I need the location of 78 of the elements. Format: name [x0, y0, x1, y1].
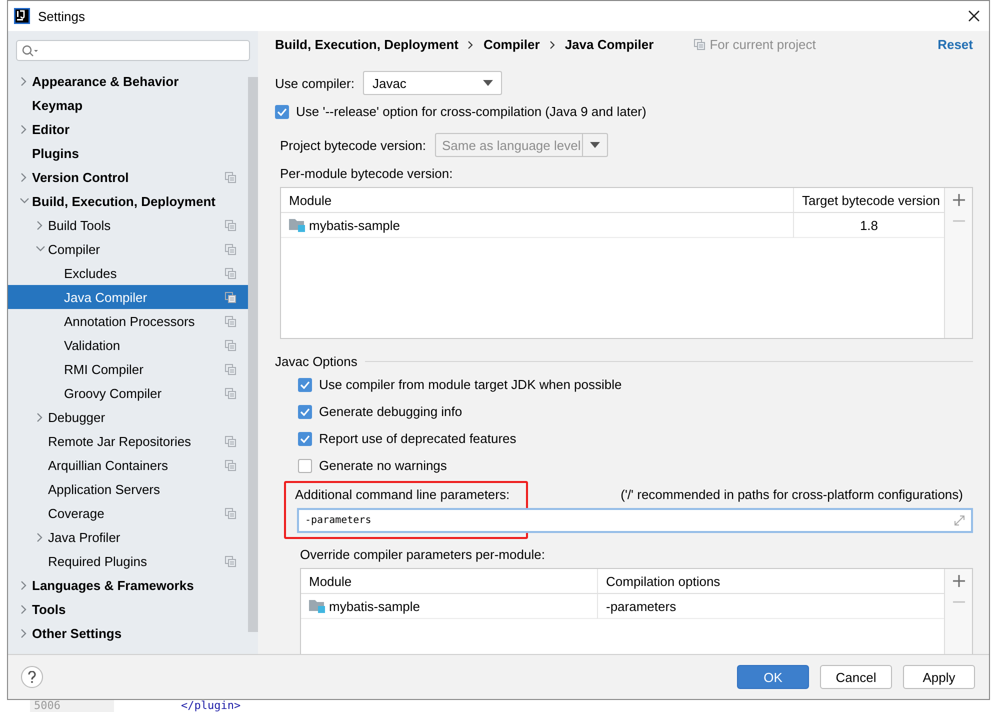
tree-item[interactable]: Java Profiler: [8, 525, 248, 549]
field-label: Use compiler:: [275, 76, 354, 90]
tree-item[interactable]: Other Settings: [8, 621, 248, 645]
chevron-right-icon: [468, 40, 474, 48]
dialog-button[interactable]: Cancel: [820, 665, 892, 689]
tree-item[interactable]: Required Plugins: [8, 549, 248, 573]
table-cell: mybatis-sample: [329, 598, 420, 614]
checkbox-label: Report use of deprecated features: [319, 431, 516, 446]
tree-item[interactable]: Plugins: [8, 141, 248, 165]
dropdown-arrow-icon: [590, 142, 600, 148]
app-logo-icon: [14, 8, 30, 24]
tree-item[interactable]: Languages & Frameworks: [8, 573, 248, 597]
column-header[interactable]: Module: [301, 569, 597, 594]
tree-item[interactable]: Build, Execution, Deployment: [8, 189, 248, 213]
scrollbar[interactable]: [248, 77, 258, 632]
search-field[interactable]: [16, 40, 250, 61]
section-label: Per-module bytecode version:: [279, 166, 454, 181]
checkbox[interactable]: [298, 378, 312, 392]
tree-item[interactable]: Coverage: [8, 501, 248, 525]
search-icon: [22, 44, 38, 56]
code-line: </plugin>: [181, 700, 241, 712]
tree-item[interactable]: Groovy Compiler: [8, 381, 248, 405]
checkbox[interactable]: [298, 458, 312, 472]
line-number: 5006: [30, 700, 114, 712]
hint-text: ('/' recommended in paths for cross-platform configurations): [620, 486, 963, 502]
tree-item[interactable]: Application Servers: [8, 477, 248, 501]
reset-link[interactable]: Reset: [938, 37, 973, 52]
scope-note: For current project: [710, 37, 816, 52]
checkbox[interactable]: [275, 104, 289, 118]
field-label: Additional command line parameters:: [295, 486, 510, 502]
tree-item[interactable]: Excludes: [8, 261, 248, 285]
table-cell: mybatis-sample: [309, 218, 400, 232]
tree-item[interactable]: Build Tools: [8, 213, 248, 237]
dialog-button[interactable]: OK: [737, 665, 809, 689]
add-icon[interactable]: [952, 575, 964, 587]
tree-item[interactable]: Editor: [8, 117, 248, 141]
breadcrumb-item[interactable]: Java Compiler: [564, 37, 654, 52]
tree-item[interactable]: Tools: [8, 597, 248, 621]
tree-item[interactable]: Appearance & Behavior: [8, 69, 248, 93]
table-cell: -parameters: [606, 598, 676, 614]
checkbox[interactable]: [298, 404, 312, 418]
tree-item[interactable]: Annotation Processors: [8, 309, 248, 333]
column-header[interactable]: Module: [281, 188, 793, 213]
compiler-dropdown[interactable]: Javac: [363, 71, 502, 95]
checkbox-label: Use '--release' option for cross-compilation (Java 9 and later): [296, 104, 646, 119]
field-label: Project bytecode version:: [280, 138, 426, 152]
tree-item[interactable]: Remote Jar Repositories: [8, 429, 248, 453]
tree-item[interactable]: RMI Compiler: [8, 357, 248, 381]
checkbox-label: Generate debugging info: [319, 404, 462, 419]
dialog-button[interactable]: Apply: [903, 665, 975, 689]
breadcrumb-item[interactable]: Compiler: [483, 37, 540, 52]
tree-item[interactable]: Debugger: [8, 405, 248, 429]
question-mark-icon: [28, 671, 36, 683]
section-title: Javac Options: [275, 354, 358, 369]
window-title: Settings: [38, 8, 86, 24]
checkbox[interactable]: [298, 432, 312, 446]
chevron-right-icon: [550, 40, 555, 48]
close-icon[interactable]: [968, 10, 980, 22]
checkbox-label: Use compiler from module target JDK when possible: [319, 377, 622, 392]
tree-item[interactable]: Java Compiler: [8, 285, 248, 309]
help-button[interactable]: [21, 666, 43, 688]
module-folder-icon: [289, 218, 305, 232]
tree-item[interactable]: Keymap: [8, 93, 248, 117]
tree-item[interactable]: Validation: [8, 333, 248, 357]
add-icon[interactable]: [952, 194, 964, 206]
section-label: Override compiler parameters per-module:: [300, 547, 546, 562]
table-cell: 1.8: [860, 218, 878, 232]
module-folder-icon: [309, 599, 325, 613]
expand-icon: [954, 515, 965, 526]
tree-item[interactable]: Compiler: [8, 237, 248, 261]
parameters-field[interactable]: -parameters: [297, 508, 973, 533]
checkbox-label: Generate no warnings: [319, 458, 447, 473]
breadcrumb-item[interactable]: Build, Execution, Deployment: [275, 37, 458, 52]
dropdown-arrow-icon: [483, 80, 494, 86]
tree-item[interactable]: Arquillian Containers: [8, 453, 248, 477]
project-scope-icon: [694, 39, 705, 50]
tree-item[interactable]: Version Control: [8, 165, 248, 189]
column-header[interactable]: Compilation options: [597, 569, 944, 594]
